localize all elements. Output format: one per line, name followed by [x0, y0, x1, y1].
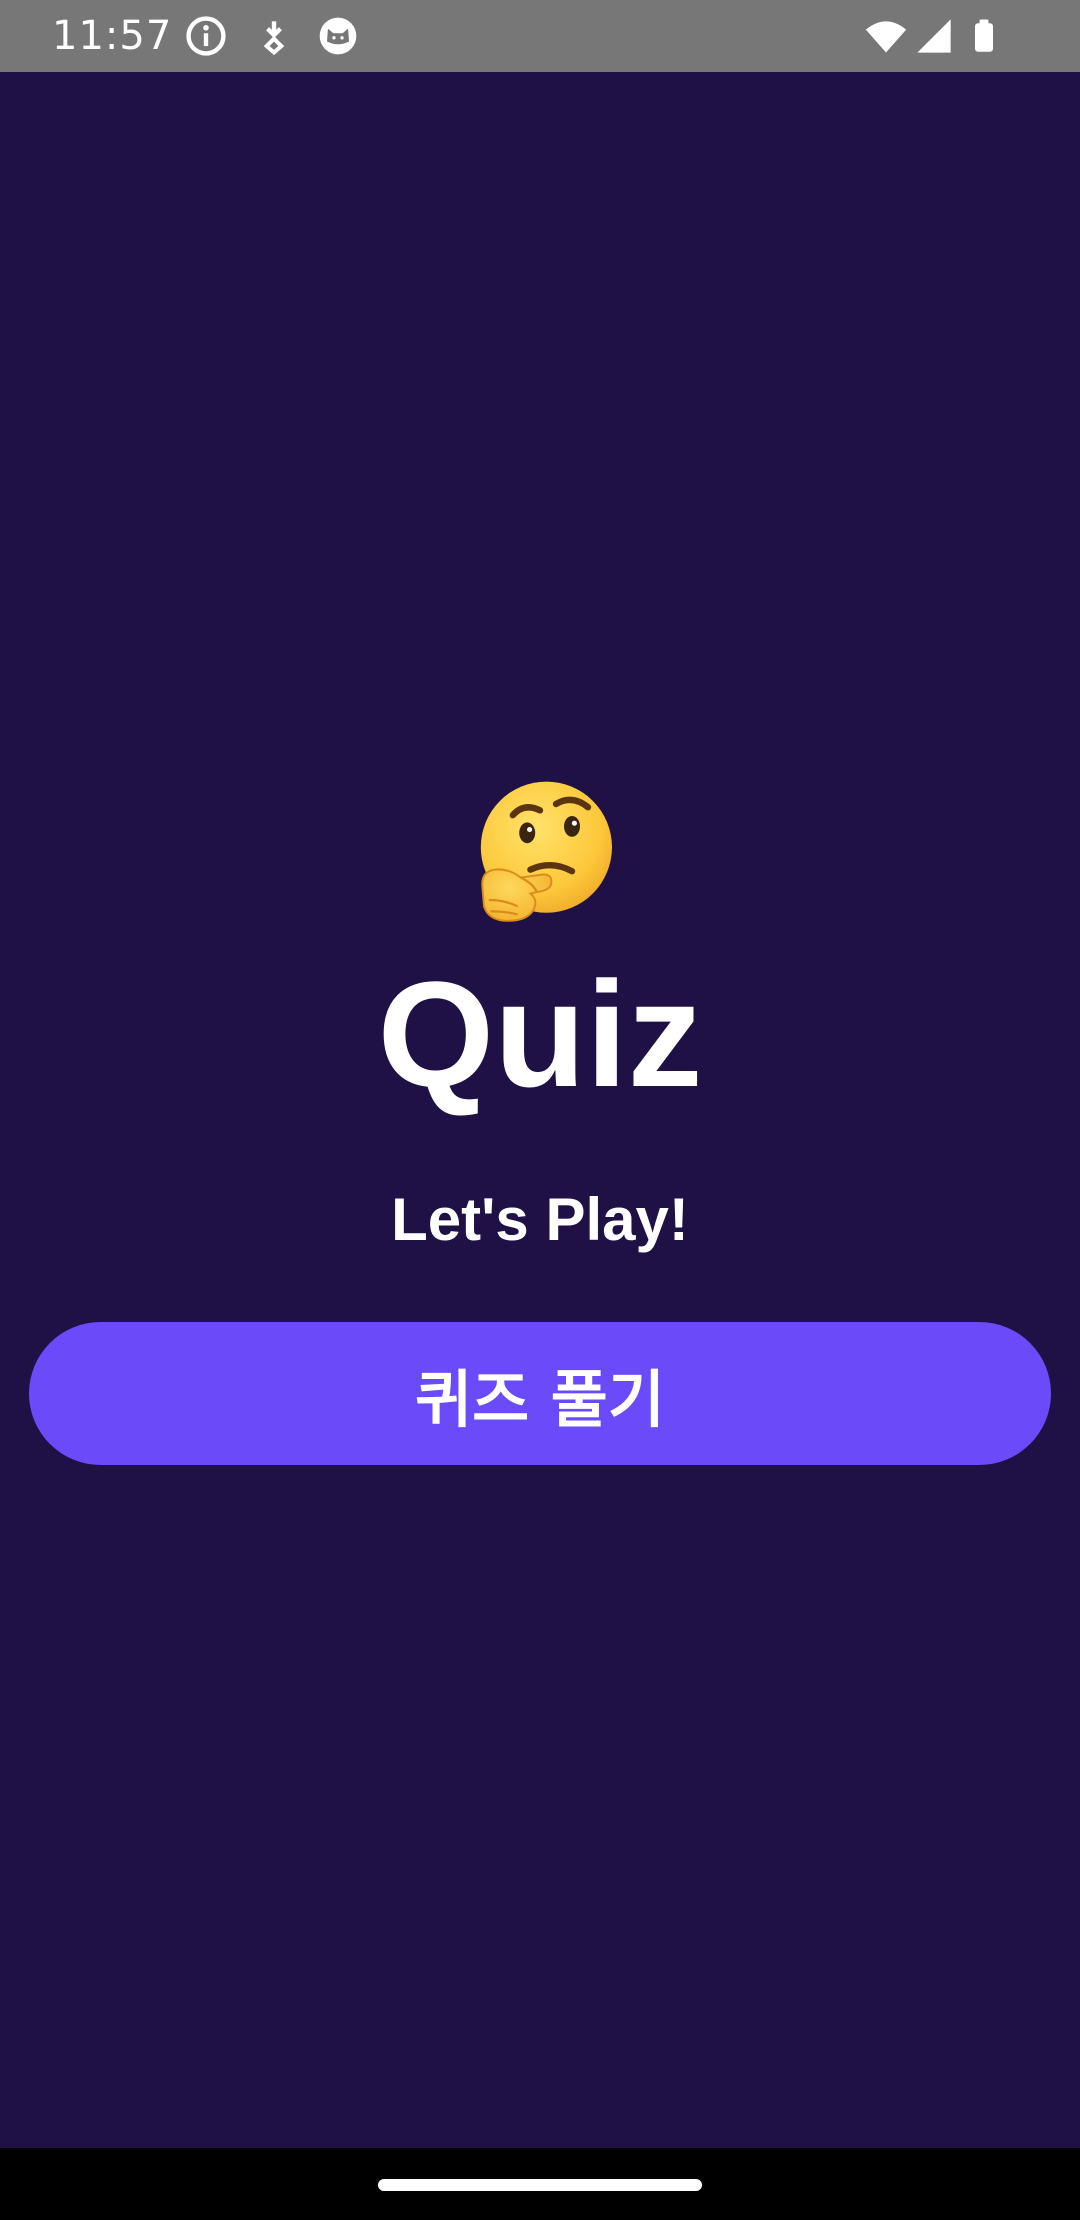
quiz-start-screen: Quiz Let's Play! 퀴즈 풀기: [0, 72, 1080, 2148]
status-bar: 11:57: [0, 0, 1080, 72]
wifi-icon: [862, 14, 910, 58]
signal-icon: [914, 14, 954, 58]
battery-icon: [966, 14, 1002, 58]
status-time: 11:57: [52, 13, 173, 59]
thinking-face-icon: [460, 772, 620, 932]
home-gesture-handle[interactable]: [378, 2179, 702, 2191]
subtitle: Let's Play!: [391, 1186, 689, 1253]
download-icon: [252, 14, 296, 58]
navigation-bar: [0, 2148, 1080, 2220]
info-icon: [184, 14, 228, 58]
page-title: Quiz: [377, 950, 703, 1118]
cat-icon: [316, 14, 360, 58]
start-quiz-button[interactable]: 퀴즈 풀기: [29, 1322, 1051, 1465]
